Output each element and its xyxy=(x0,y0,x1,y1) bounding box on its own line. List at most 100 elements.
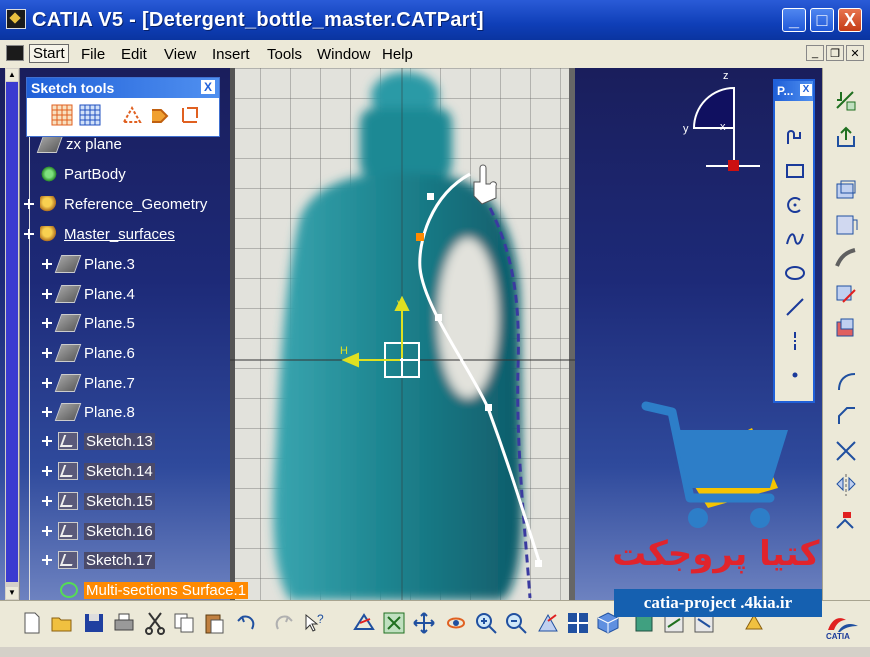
compass[interactable]: z y x xyxy=(683,70,760,171)
minimize-button[interactable]: _ xyxy=(782,8,806,32)
close-button[interactable]: X xyxy=(838,8,862,32)
document-icon[interactable] xyxy=(6,45,24,61)
tree-node-plane-3[interactable]: Plane.3 xyxy=(42,251,135,277)
corner-icon[interactable] xyxy=(833,368,859,394)
mirror-icon[interactable] xyxy=(833,472,859,498)
rectangle-icon[interactable] xyxy=(781,157,809,185)
open-folder-icon[interactable] xyxy=(50,611,74,635)
fill-icon[interactable] xyxy=(833,316,859,342)
tree-node-plane-7[interactable]: Plane.7 xyxy=(42,370,135,396)
menu-window[interactable]: Window xyxy=(317,46,370,63)
normal-view-icon[interactable] xyxy=(536,611,560,635)
constraint-icon[interactable] xyxy=(833,508,859,534)
tree-node-partbody[interactable]: PartBody xyxy=(24,161,126,187)
construction-element-icon[interactable] xyxy=(121,104,143,126)
menu-edit[interactable]: Edit xyxy=(121,46,147,63)
cut-icon[interactable] xyxy=(143,611,167,635)
spline-icon[interactable] xyxy=(781,225,809,253)
profile-toolbar-close-button[interactable]: X xyxy=(800,84,812,96)
expand-icon[interactable] xyxy=(42,259,52,269)
offset-icon[interactable] xyxy=(833,282,859,308)
menu-view[interactable]: View xyxy=(164,46,196,63)
revolve-icon[interactable] xyxy=(833,212,859,238)
save-icon[interactable] xyxy=(82,611,106,635)
new-file-icon[interactable] xyxy=(20,611,44,635)
sketcher-icon[interactable] xyxy=(833,88,859,114)
expand-icon[interactable] xyxy=(42,407,52,417)
paste-icon[interactable] xyxy=(202,611,226,635)
tree-node-reference-geometry[interactable]: Reference_Geometry xyxy=(24,191,207,217)
catia-app-icon[interactable] xyxy=(6,9,26,29)
watermark-url: catia-project .4kia.ir xyxy=(614,589,822,617)
geometrical-constraints-icon[interactable] xyxy=(149,104,171,126)
selected-point[interactable] xyxy=(416,233,424,241)
pan-icon[interactable] xyxy=(412,611,436,635)
doc-minimize-button[interactable]: _ xyxy=(806,45,824,61)
expand-icon[interactable] xyxy=(42,318,52,328)
expand-icon[interactable] xyxy=(42,555,52,565)
redo-icon[interactable] xyxy=(272,611,296,635)
dimensional-constraints-icon[interactable] xyxy=(179,104,201,126)
doc-restore-button[interactable]: ❐ xyxy=(826,45,844,61)
rotate-icon[interactable] xyxy=(444,611,468,635)
tree-node-plane-6[interactable]: Plane.6 xyxy=(42,340,135,366)
point-icon[interactable] xyxy=(781,361,809,389)
doc-close-button[interactable]: ✕ xyxy=(846,45,864,61)
chamfer-icon[interactable] xyxy=(833,402,859,428)
scroll-up-arrow[interactable]: ▲ xyxy=(6,69,18,81)
undo-icon[interactable] xyxy=(234,611,258,635)
tree-scrollbar[interactable]: ▲ ▼ xyxy=(5,68,20,600)
menu-start[interactable]: Start xyxy=(29,44,69,63)
expand-icon[interactable] xyxy=(42,526,52,536)
fly-mode-icon[interactable] xyxy=(352,611,376,635)
exit-workbench-icon[interactable] xyxy=(833,124,859,150)
fit-all-in-icon[interactable] xyxy=(382,611,406,635)
extrude-icon[interactable] xyxy=(833,178,859,204)
scroll-down-arrow[interactable]: ▼ xyxy=(6,587,18,599)
snap-to-point-icon[interactable] xyxy=(79,104,101,126)
menu-insert[interactable]: Insert xyxy=(212,46,250,63)
zoom-in-icon[interactable] xyxy=(474,611,498,635)
tree-node-master-surfaces[interactable]: Master_surfaces xyxy=(24,221,175,247)
menu-file[interactable]: File xyxy=(81,46,105,63)
expand-icon[interactable] xyxy=(42,436,52,446)
tree-node-plane-4[interactable]: Plane.4 xyxy=(42,281,135,307)
trim-icon[interactable] xyxy=(833,438,859,464)
axis-h-label: H xyxy=(340,345,348,357)
tree-node-sketch-14[interactable]: Sketch.14 xyxy=(42,458,155,484)
tree-node-label: Sketch.14 xyxy=(84,462,155,480)
expand-icon[interactable] xyxy=(42,348,52,358)
zoom-out-icon[interactable] xyxy=(504,611,528,635)
tree-node-plane-5[interactable]: Plane.5 xyxy=(42,310,135,336)
sketch-icon xyxy=(58,432,78,450)
expand-icon[interactable] xyxy=(42,496,52,506)
expand-icon[interactable] xyxy=(42,378,52,388)
axis-icon[interactable] xyxy=(781,327,809,355)
maximize-button[interactable]: □ xyxy=(810,8,834,32)
plane-icon xyxy=(54,285,82,303)
tree-node-plane-8[interactable]: Plane.8 xyxy=(42,399,135,425)
line-icon[interactable] xyxy=(781,293,809,321)
menu-help[interactable]: Help xyxy=(382,46,413,63)
profile-icon[interactable] xyxy=(781,123,809,151)
tree-node-sketch-15[interactable]: Sketch.15 xyxy=(42,488,155,514)
expand-icon[interactable] xyxy=(42,289,52,299)
menu-tools[interactable]: Tools xyxy=(267,46,302,63)
expand-icon[interactable] xyxy=(24,229,34,239)
print-icon[interactable] xyxy=(112,611,136,635)
multi-view-icon[interactable] xyxy=(566,611,590,635)
multi-sections-surface-icon xyxy=(60,582,78,598)
tree-node-sketch-16[interactable]: Sketch.16 xyxy=(42,518,155,544)
expand-icon[interactable] xyxy=(24,199,34,209)
copy-icon[interactable] xyxy=(172,611,196,635)
tree-node-sketch-13[interactable]: Sketch.13 xyxy=(42,428,155,454)
sweep-icon[interactable] xyxy=(833,246,859,272)
grid-icon[interactable] xyxy=(51,104,73,126)
sketch-tools-close-button[interactable]: X xyxy=(201,80,215,94)
tree-node-sketch-17[interactable]: Sketch.17 xyxy=(42,547,155,573)
expand-icon[interactable] xyxy=(42,466,52,476)
circle-icon[interactable] xyxy=(781,191,809,219)
scroll-thumb[interactable] xyxy=(6,82,18,582)
ellipse-icon[interactable] xyxy=(781,259,809,287)
whats-this-icon[interactable]: ? xyxy=(302,611,326,635)
